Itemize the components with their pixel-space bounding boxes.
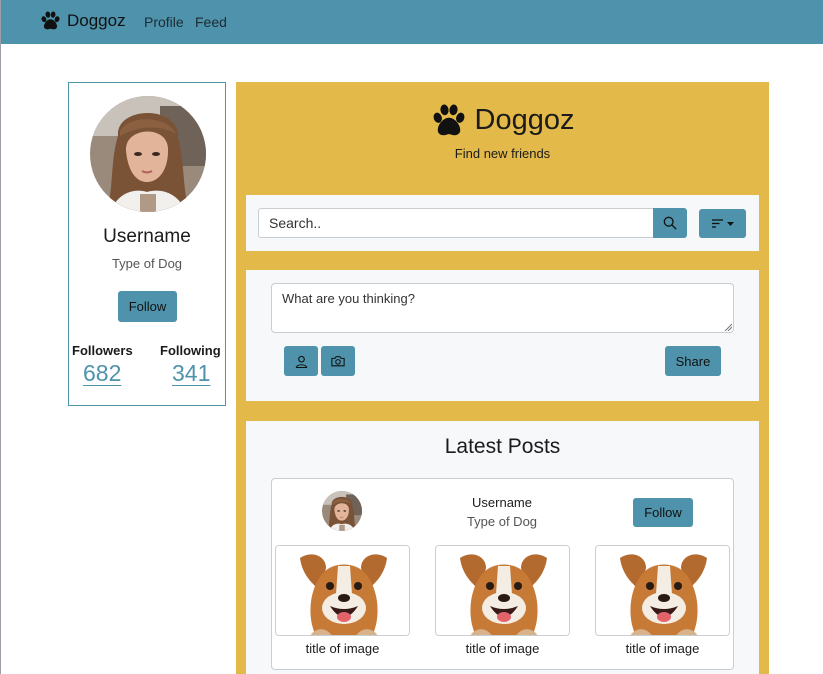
post-textarea[interactable] <box>271 283 734 333</box>
resize-grip-icon[interactable] <box>724 323 732 331</box>
nav-link-profile[interactable]: Profile <box>144 14 184 30</box>
filter-icon <box>711 219 723 228</box>
post-image-1-title: title of image <box>305 641 380 656</box>
followers-count[interactable]: 682 <box>83 360 121 387</box>
camera-icon <box>331 356 345 367</box>
search-input[interactable] <box>258 208 654 238</box>
main-panel: Doggoz Find new friends Search.. What ar… <box>236 82 769 674</box>
post-author-dog-type: Type of Dog <box>466 514 538 529</box>
hero-title-text: Doggoz <box>474 103 575 136</box>
add-photo-button[interactable] <box>321 346 355 376</box>
paw-icon <box>40 10 61 31</box>
profile-follow-button[interactable]: Follow <box>118 291 177 322</box>
following-count[interactable]: 341 <box>172 360 210 387</box>
profile-username: Username <box>103 226 191 247</box>
post-author-username: Username <box>472 495 532 510</box>
post-image-2-title: title of image <box>465 641 540 656</box>
post-card: Username Type of Dog Follow title of ima… <box>271 478 734 670</box>
compose-section: Share <box>246 270 759 401</box>
caret-down-icon <box>726 221 734 226</box>
post-image-2[interactable] <box>435 545 570 636</box>
search-icon <box>663 216 677 230</box>
post-image-3[interactable] <box>595 545 730 636</box>
top-navbar: Doggoz Profile Feed <box>1 0 823 44</box>
tag-user-button[interactable] <box>284 346 318 376</box>
share-button[interactable]: Share <box>665 346 721 376</box>
post-follow-button[interactable]: Follow <box>633 498 693 527</box>
post-image-1[interactable] <box>275 545 410 636</box>
profile-card: Username Type of Dog Follow Followers 68… <box>68 82 226 406</box>
profile-dog-type: Type of Dog <box>111 256 183 271</box>
brand-link[interactable]: Doggoz <box>40 10 126 31</box>
latest-posts-section: Latest Posts Username Type of Dog Follow… <box>246 421 759 674</box>
latest-posts-heading: Latest Posts <box>444 435 561 458</box>
hero-title: Doggoz <box>236 102 769 138</box>
nav-link-feed[interactable]: Feed <box>195 14 227 30</box>
filter-dropdown-button[interactable] <box>699 209 746 238</box>
post-author-avatar[interactable] <box>322 491 362 531</box>
post-image-3-title: title of image <box>625 641 700 656</box>
search-section <box>246 195 759 251</box>
profile-avatar <box>90 96 206 212</box>
hero-subtitle: Find new friends <box>454 146 551 161</box>
following-label: Following <box>160 343 221 358</box>
search-button[interactable] <box>653 208 687 238</box>
paw-icon <box>431 102 467 138</box>
brand-name: Doggoz <box>67 10 126 30</box>
user-icon <box>295 355 307 368</box>
followers-label: Followers <box>72 343 133 358</box>
